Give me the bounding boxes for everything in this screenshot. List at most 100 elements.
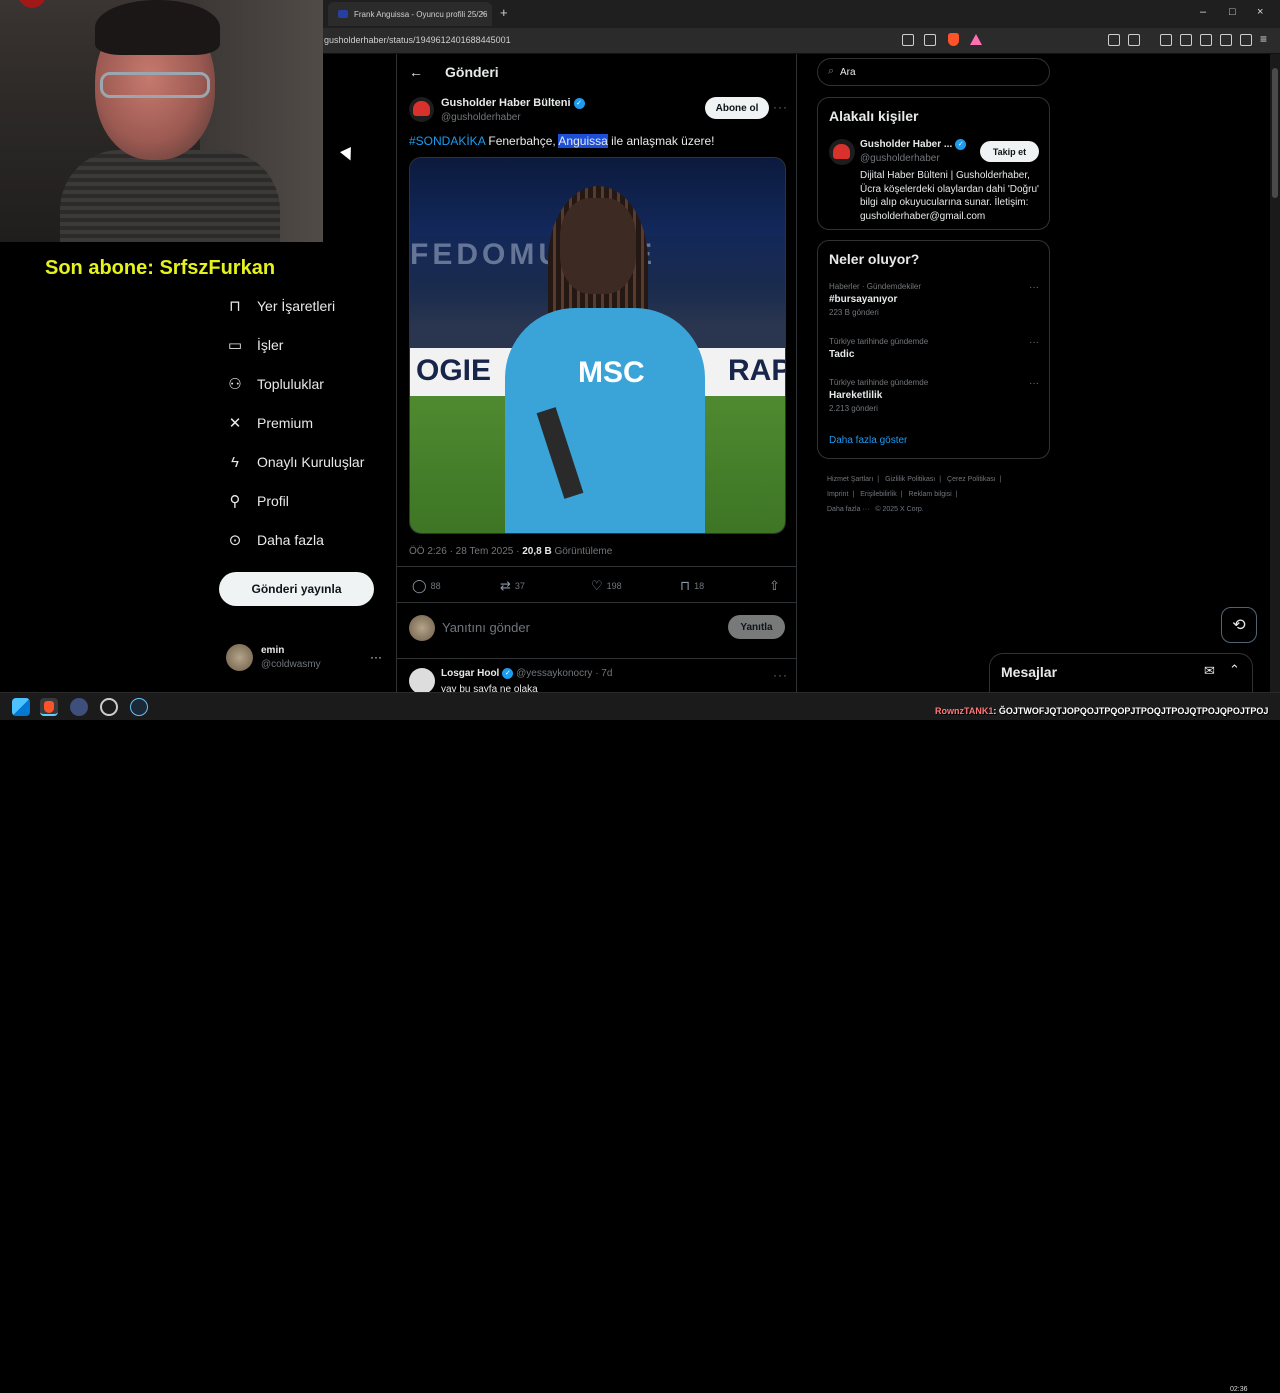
- reply-submit-button[interactable]: Yanıtla: [728, 615, 785, 639]
- compose-message-icon[interactable]: ✉: [1204, 663, 1215, 679]
- vpn-shield-icon[interactable]: [1240, 34, 1252, 46]
- like-button[interactable]: ♡ 198: [591, 578, 622, 594]
- trend-item[interactable]: Türkiye tarihinde gündemde Tadic ···: [829, 337, 1039, 360]
- divider: [397, 658, 797, 659]
- windows-start-icon[interactable]: [12, 698, 30, 716]
- messages-drawer[interactable]: Mesajlar ✉ ⌃: [989, 653, 1253, 693]
- more-circle-icon: ⊙: [228, 532, 242, 549]
- trends-title: Neler oluyor?: [829, 251, 920, 267]
- cast-icon[interactable]: [902, 34, 914, 46]
- reply-input[interactable]: Yanıtını gönder: [442, 620, 530, 635]
- grok-button[interactable]: ⟲: [1221, 607, 1257, 643]
- media-icon[interactable]: [1160, 34, 1172, 46]
- tab-close-icon[interactable]: ×: [481, 8, 486, 18]
- verified-badge-icon: ✓: [955, 139, 967, 150]
- obs-taskbar-icon[interactable]: [100, 698, 118, 716]
- divider: [397, 566, 797, 567]
- reply-more-icon[interactable]: ···: [773, 668, 788, 682]
- expand-icon[interactable]: ⌃: [1229, 662, 1240, 678]
- minimize-button[interactable]: –: [1200, 6, 1206, 18]
- nav-jobs[interactable]: ▭ İşler: [226, 333, 284, 357]
- reply-button[interactable]: ◯ 88: [412, 578, 441, 594]
- post-button[interactable]: Gönderi yayınla: [219, 572, 374, 606]
- account-switcher[interactable]: emin @coldwasmy ···: [226, 644, 386, 676]
- sidebar-icon[interactable]: [1180, 34, 1192, 46]
- post-column: ← Gönderi Gusholder Haber Bülteni ✓ @gush…: [396, 54, 797, 695]
- post-header: ← Gönderi: [397, 54, 797, 90]
- share-page-icon[interactable]: [924, 34, 936, 46]
- related-bio: Dijital Haber Bülteni | Gusholderhaber, …: [860, 170, 1039, 222]
- author-handle[interactable]: @gusholderhaber: [441, 112, 521, 123]
- nav-profile-label: Profil: [257, 493, 289, 509]
- retweet-button[interactable]: ⇄ 37: [500, 578, 525, 594]
- webcam-person-body: [60, 150, 280, 242]
- share-button[interactable]: ⇧: [769, 578, 784, 594]
- bookmark-button[interactable]: ⊓ 18: [680, 578, 704, 594]
- back-arrow-icon[interactable]: ←: [409, 64, 423, 80]
- steam-taskbar-icon[interactable]: [130, 698, 148, 716]
- author-avatar[interactable]: [409, 97, 434, 122]
- trend-item[interactable]: Haberler · Gündemdekiler #bursayanıyor 2…: [829, 282, 1039, 317]
- wallet-icon[interactable]: [1200, 34, 1212, 46]
- footer-link[interactable]: Daha fazla ···: [827, 506, 869, 513]
- trend-more-icon[interactable]: ···: [1029, 282, 1039, 293]
- nav-premium-label: Premium: [257, 415, 314, 431]
- post-image[interactable]: FEDOMULTRE OGIE RAP MSC: [409, 157, 786, 534]
- browser-tab[interactable]: Frank Anguissa - Oyuncu profili 25/26 ×: [328, 2, 492, 26]
- footer-link[interactable]: Gizlilik Politikası: [885, 476, 935, 483]
- brave-taskbar-icon[interactable]: [40, 698, 58, 716]
- footer-link[interactable]: Hizmet Şartları: [827, 476, 873, 483]
- close-window-button[interactable]: ×: [1257, 6, 1263, 18]
- avatar: [409, 615, 435, 641]
- nav-bookmarks[interactable]: ⊓ Yer İşaretleri: [226, 294, 335, 318]
- related-handle[interactable]: @gusholderhaber: [860, 153, 940, 164]
- app-taskbar-icon[interactable]: [70, 698, 88, 716]
- reader-icon[interactable]: [1128, 34, 1140, 46]
- footer-link[interactable]: Erişilebilirlik: [860, 491, 897, 498]
- scrollbar-thumb[interactable]: [1272, 68, 1278, 198]
- author-name[interactable]: Gusholder Haber Bülteni ✓: [441, 97, 585, 109]
- nav-communities[interactable]: ⚇ Topluluklar: [226, 372, 324, 396]
- nav-premium[interactable]: ✕ Premium: [226, 411, 313, 435]
- reply-author[interactable]: Losgar Hool ✓ @yessaykonocry · 7d: [441, 668, 612, 679]
- tab-favicon-icon: [338, 10, 348, 18]
- taskbar-clock[interactable]: 02:36: [1230, 1386, 1248, 1393]
- nav-verified-orgs[interactable]: ϟ Onaylı Kuruluşlar: [226, 450, 364, 474]
- bell-logo-icon: [413, 101, 430, 116]
- reply-author-avatar[interactable]: [409, 668, 435, 694]
- trend-more-icon[interactable]: ···: [1029, 378, 1039, 389]
- scrollbar[interactable]: [1270, 54, 1280, 692]
- post-meta: ÖÖ 2:26 · 28 Tem 2025 · 20,8 B Görüntüle…: [409, 546, 613, 557]
- url-field[interactable]: gusholderhaber/status/194961240168844500…: [324, 35, 511, 45]
- lightning-icon: ϟ: [231, 453, 239, 471]
- nav-profile[interactable]: ⚲ Profil: [226, 489, 289, 513]
- maximize-button[interactable]: □: [1229, 6, 1236, 18]
- leo-icon[interactable]: [1220, 34, 1232, 46]
- related-avatar[interactable]: [829, 139, 855, 165]
- profile-icon: ⚲: [229, 493, 241, 510]
- related-name[interactable]: Gusholder Haber ... ✓: [860, 139, 967, 150]
- ticker-text: : ĞOJTWOFJQTJOPQOJTPQOPJTPOQJTPOJQTPOJQP…: [993, 706, 1269, 716]
- communities-icon: ⚇: [228, 376, 242, 393]
- footer-link[interactable]: Imprint: [827, 491, 848, 498]
- post-more-icon[interactable]: ···: [773, 100, 788, 114]
- extensions-icon[interactable]: [1108, 34, 1120, 46]
- subscribe-button[interactable]: Abone ol: [705, 97, 769, 119]
- share-icon: ⇧: [769, 578, 780, 593]
- nav-more[interactable]: ⊙ Daha fazla: [226, 528, 324, 552]
- search-input[interactable]: ⌕ Ara: [817, 58, 1050, 86]
- post-actions: ◯ 88 ⇄ 37 ♡ 198 ⊓ 18 ⇧: [409, 578, 789, 596]
- brave-shields-icon[interactable]: [948, 33, 959, 46]
- account-more-icon[interactable]: ···: [370, 650, 382, 664]
- menu-icon[interactable]: ≡: [1260, 32, 1272, 46]
- footer-link[interactable]: Çerez Politikası: [947, 476, 996, 483]
- hashtag-link[interactable]: #SONDAKİKA: [409, 134, 485, 148]
- x-logo-icon: ✕: [228, 415, 242, 432]
- trend-item[interactable]: Türkiye tarihinde gündemde Hareketlilik …: [829, 378, 1039, 413]
- show-more-link[interactable]: Daha fazla göster: [829, 435, 907, 446]
- follow-button[interactable]: Takip et: [980, 141, 1039, 162]
- brave-rewards-icon[interactable]: [970, 34, 982, 45]
- footer-link[interactable]: Reklam bilgisi: [909, 491, 952, 498]
- trend-more-icon[interactable]: ···: [1029, 337, 1039, 348]
- new-tab-button[interactable]: +: [500, 5, 508, 20]
